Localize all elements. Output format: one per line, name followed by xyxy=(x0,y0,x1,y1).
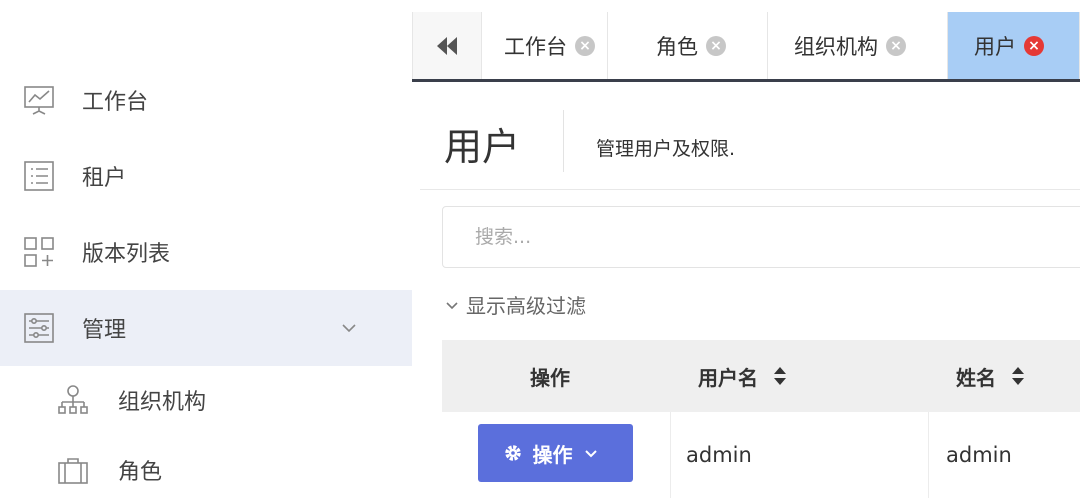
page-header: 用户 管理用户及权限. xyxy=(420,88,1080,190)
cell-name: admin xyxy=(946,443,1012,467)
column-header-action: 操作 xyxy=(530,340,570,412)
sidebar-item-label: 角色 xyxy=(118,460,163,485)
tab-user[interactable]: 用户 × xyxy=(948,12,1080,79)
chevron-down-icon xyxy=(446,301,458,309)
column-header-username[interactable]: 用户名 xyxy=(698,340,788,412)
sidebar-item-tenant[interactable]: 租户 xyxy=(0,148,412,204)
gear-icon xyxy=(504,445,521,461)
page-description: 管理用户及权限. xyxy=(596,138,736,160)
tab-role[interactable]: 角色 × xyxy=(608,12,768,79)
action-button-label: 操作 xyxy=(532,442,573,467)
grid-plus-icon xyxy=(24,237,54,267)
tab-organization[interactable]: 组织机构 × xyxy=(768,12,948,79)
tab-label: 工作台 xyxy=(504,34,567,59)
sidebar-item-label: 管理 xyxy=(82,318,127,343)
double-chevron-left-icon xyxy=(437,36,457,55)
tab-workbench[interactable]: 工作台 × xyxy=(482,12,608,79)
sidebar-item-label: 组织机构 xyxy=(118,390,207,415)
search-input[interactable] xyxy=(442,206,1080,268)
chevron-down-icon xyxy=(342,324,356,333)
tab-label: 组织机构 xyxy=(794,34,878,59)
close-icon[interactable]: × xyxy=(1024,35,1044,56)
advanced-filter-toggle[interactable]: 显示高级过滤 xyxy=(444,290,586,319)
header-divider xyxy=(563,110,564,172)
list-icon xyxy=(24,161,54,191)
column-header-label: 姓名 xyxy=(956,365,996,390)
main-content: 用户 管理用户及权限. 显示高级过滤 操作 用户名 姓名 xyxy=(420,88,1080,498)
sidebar-item-manage[interactable]: 管理 xyxy=(0,290,412,366)
sliders-icon xyxy=(24,313,54,343)
org-chart-icon xyxy=(58,385,88,414)
advanced-filter-label: 显示高级过滤 xyxy=(466,294,586,318)
table-header: 操作 用户名 姓名 xyxy=(442,340,1080,412)
cell-username: admin xyxy=(686,443,752,467)
sort-icon xyxy=(774,367,786,385)
column-header-label: 操作 xyxy=(530,365,570,390)
tab-label: 用户 xyxy=(974,34,1016,59)
tab-label: 角色 xyxy=(656,34,698,59)
column-header-name[interactable]: 姓名 xyxy=(956,340,1026,412)
sort-icon xyxy=(1012,367,1024,385)
sidebar-item-role[interactable]: 角色 xyxy=(0,442,412,498)
action-dropdown-button[interactable]: 操作 xyxy=(478,424,633,482)
sidebar: 工作台 租户 版本列表 管理 组织机构 角色 xyxy=(0,0,412,498)
close-icon[interactable]: × xyxy=(706,35,726,56)
column-separator xyxy=(928,412,929,498)
chevron-down-icon xyxy=(584,450,597,458)
page-title: 用户 xyxy=(444,125,521,169)
sidebar-item-versions[interactable]: 版本列表 xyxy=(0,224,412,280)
sidebar-item-label: 版本列表 xyxy=(82,242,171,267)
table-row: 操作 admin admin xyxy=(442,412,1080,498)
column-separator xyxy=(670,412,671,498)
close-icon[interactable]: × xyxy=(886,35,906,56)
briefcase-icon xyxy=(58,458,88,484)
presentation-chart-icon xyxy=(24,86,54,115)
tab-bar: 工作台 × 角色 × 组织机构 × 用户 × xyxy=(412,12,1080,82)
close-icon[interactable]: × xyxy=(575,35,595,56)
sidebar-item-organization[interactable]: 组织机构 xyxy=(0,372,412,428)
tabs-back-button[interactable] xyxy=(412,12,482,79)
sidebar-item-label: 工作台 xyxy=(82,90,149,115)
column-header-label: 用户名 xyxy=(698,365,758,390)
sidebar-item-workbench[interactable]: 工作台 xyxy=(0,72,412,128)
sidebar-item-label: 租户 xyxy=(82,166,127,191)
